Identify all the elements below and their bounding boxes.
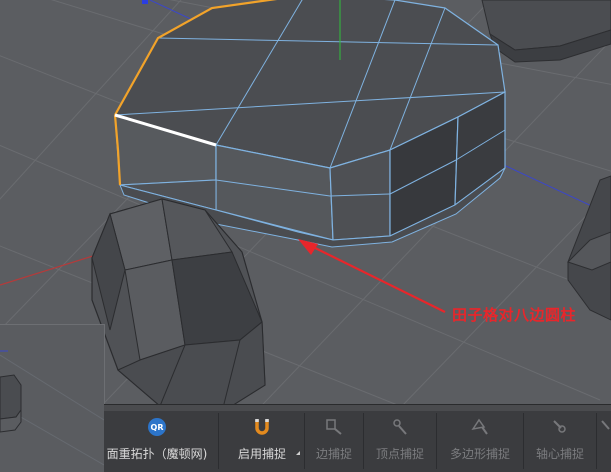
retopology-button[interactable]: QR 面重拓扑（魔顿网) xyxy=(104,413,219,469)
inset-viewport[interactable] xyxy=(0,324,105,472)
axis-snap-icon xyxy=(550,415,570,439)
octagonal-cylinder-front[interactable] xyxy=(91,198,266,413)
polygon-snap-label: 多边形捕捉 xyxy=(449,447,510,461)
enable-snap-button[interactable]: 启用捕捉 xyxy=(220,413,305,469)
retopology-label: 面重拓扑（魔顿网) xyxy=(106,447,208,461)
vertex-snap-icon xyxy=(390,415,410,439)
inset-canvas xyxy=(0,350,104,466)
edge-snap-icon xyxy=(324,415,344,439)
inset-cylinder xyxy=(0,374,22,433)
polygon-snap-button[interactable]: 多边形捕捉 xyxy=(437,413,524,469)
vertex-snap-label: 顶点捕捉 xyxy=(375,447,424,461)
magnet-icon xyxy=(252,415,272,439)
enable-snap-label: 启用捕捉 xyxy=(237,447,286,461)
toolbar-overflow-button[interactable] xyxy=(597,413,611,469)
annotation-arrow xyxy=(298,239,446,313)
submenu-corner-icon xyxy=(296,451,300,455)
octagonal-cylinder-top-right[interactable] xyxy=(481,0,611,63)
axis-handle[interactable] xyxy=(142,0,148,4)
snap-toolbar: QR 面重拓扑（魔顿网) 启用捕捉 边捕捉 顶点捕捉 多边形捕捉 轴心捕捉 xyxy=(104,404,611,472)
overflow-icon xyxy=(600,415,611,439)
toolbar-top-strip xyxy=(104,405,611,411)
qr-icon: QR xyxy=(148,415,166,439)
vertex-snap-button[interactable]: 顶点捕捉 xyxy=(364,413,437,469)
edge-snap-button[interactable]: 边捕捉 xyxy=(305,413,364,469)
polygon-snap-icon xyxy=(470,415,490,439)
axis-snap-button[interactable]: 轴心捕捉 xyxy=(524,413,597,469)
axis-snap-label: 轴心捕捉 xyxy=(535,447,584,461)
annotation-label: 田子格对八边圆柱 xyxy=(452,306,577,324)
edge-snap-label: 边捕捉 xyxy=(315,447,352,461)
